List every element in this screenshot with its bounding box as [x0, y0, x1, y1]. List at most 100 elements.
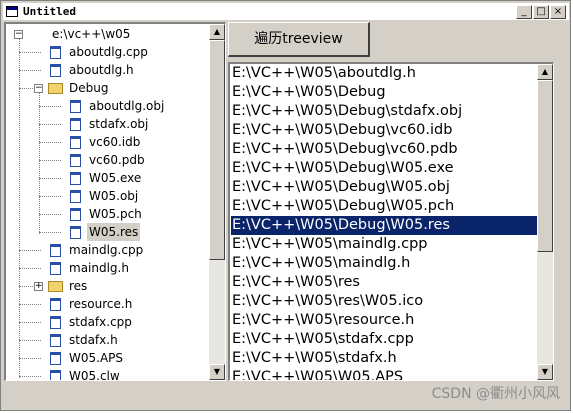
tree-file-item[interactable]: vc60.pdb	[10, 151, 206, 169]
tree-item-label: stdafx.obj	[89, 117, 149, 131]
tree-file-item[interactable]: maindlg.cpp	[10, 241, 206, 259]
traverse-treeview-button[interactable]: 遍历treeview	[228, 22, 370, 57]
tree-file-item[interactable]: W05.obj	[10, 187, 206, 205]
file-icon	[70, 118, 81, 131]
list-item[interactable]: E:\VC++\W05\stdafx.cpp	[231, 330, 537, 349]
tree-file-item[interactable]: stdafx.cpp	[10, 313, 206, 331]
file-icon	[50, 370, 61, 380]
file-icon	[70, 154, 81, 167]
tree-folder-item[interactable]: − Debug	[10, 79, 206, 97]
list-item[interactable]: E:\VC++\W05\aboutdlg.h	[231, 64, 537, 83]
tree-item-label: W05.exe	[89, 171, 142, 185]
tree-item-label: vc60.idb	[89, 135, 141, 149]
tree-file-item[interactable]: resource.h	[10, 295, 206, 313]
maximize-button[interactable]: □	[533, 5, 549, 19]
tree-scrollbar[interactable]: ▲ ▼	[209, 24, 225, 380]
collapse-toggle[interactable]: −	[14, 30, 23, 39]
folder-icon	[48, 281, 63, 292]
app-icon	[6, 6, 18, 17]
file-icon	[70, 208, 81, 221]
scroll-up-icon: ▲	[541, 67, 549, 76]
list-item[interactable]: E:\VC++\W05\maindlg.h	[231, 254, 537, 273]
file-icon	[50, 64, 61, 77]
collapse-toggle[interactable]: −	[34, 84, 43, 93]
file-icon	[70, 226, 81, 239]
scroll-down-icon: ▼	[213, 367, 221, 376]
file-icon	[70, 172, 81, 185]
list-item[interactable]: E:\VC++\W05\Debug	[231, 83, 537, 102]
title-bar[interactable]: Untitled _ □ ×	[3, 3, 569, 21]
list-item[interactable]: E:\VC++\W05\resource.h	[231, 311, 537, 330]
tree-file-item[interactable]: aboutdlg.h	[10, 61, 206, 79]
list-scroll-down-button[interactable]: ▼	[537, 364, 553, 380]
list-item[interactable]: E:\VC++\W05\Debug\W05.res	[231, 216, 537, 235]
tree-item-label: vc60.pdb	[89, 153, 145, 167]
tree-root[interactable]: − e:\vc++\w05	[10, 25, 200, 43]
list-item[interactable]: E:\VC++\W05\Debug\vc60.idb	[231, 121, 537, 140]
file-icon	[50, 334, 61, 347]
tree-file-item[interactable]: aboutdlg.obj	[10, 97, 206, 115]
tree-file-item[interactable]: W05.APS	[10, 349, 206, 367]
tree-item-label: W05.pch	[89, 207, 142, 221]
tree-file-item[interactable]: W05.exe	[10, 169, 206, 187]
list-item[interactable]: E:\VC++\W05\Debug\W05.exe	[231, 159, 537, 178]
tree-file-item[interactable]: stdafx.obj	[10, 115, 206, 133]
list-item[interactable]: E:\VC++\W05\stdafx.h	[231, 349, 537, 368]
tree-item-label: W05.APS	[69, 351, 124, 365]
file-icon	[50, 46, 61, 59]
tree-file-item[interactable]: W05.clw	[10, 367, 206, 381]
minimize-button[interactable]: _	[516, 5, 532, 19]
list-item[interactable]: E:\VC++\W05\res	[231, 273, 537, 292]
list-item[interactable]: E:\VC++\W05\Debug\W05.obj	[231, 178, 537, 197]
list-scrollbar[interactable]: ▲ ▼	[537, 64, 553, 380]
tree-item-label: stdafx.h	[69, 333, 118, 347]
file-icon	[50, 316, 61, 329]
tree-scroll-up-button[interactable]: ▲	[209, 24, 225, 40]
tree-file-item[interactable]: W05.res	[10, 223, 206, 241]
tree-file-item[interactable]: aboutdlg.cpp	[10, 43, 206, 61]
tree-file-item[interactable]: W05.pch	[10, 205, 206, 223]
list-item[interactable]: E:\VC++\W05\Debug\vc60.pdb	[231, 140, 537, 159]
tree-item-label: res	[69, 279, 88, 293]
file-icon	[50, 352, 61, 365]
tree-item-label: Debug	[69, 81, 109, 95]
tree-folder-item[interactable]: + res	[10, 277, 206, 295]
folder-icon	[48, 83, 63, 94]
tree-file-item[interactable]: maindlg.h	[10, 259, 206, 277]
tree-file-item[interactable]: vc60.idb	[10, 133, 206, 151]
path-listbox[interactable]: E:\VC++\W05\aboutdlg.h E:\VC++\W05\Debug E…	[228, 62, 554, 381]
tree-item-label: W05.clw	[69, 369, 120, 381]
list-item[interactable]: E:\VC++\W05\Debug\stdafx.obj	[231, 102, 537, 121]
tree-item-label: W05.obj	[89, 189, 139, 203]
tree-scroll-down-button[interactable]: ▼	[209, 364, 225, 380]
tree-file-item[interactable]: stdafx.h	[10, 331, 206, 349]
close-button[interactable]: ×	[550, 5, 566, 19]
tree-item-label: stdafx.cpp	[69, 315, 132, 329]
app-window: Untitled _ □ × − e:\vc++\w05 aboutdlg.cp…	[0, 0, 571, 411]
tree-item-label: maindlg.cpp	[69, 243, 144, 257]
scroll-down-icon: ▼	[541, 367, 549, 376]
tree-root-label: e:\vc++\w05	[52, 27, 131, 41]
tree-item-label: aboutdlg.obj	[89, 99, 165, 113]
list-scroll-thumb[interactable]	[537, 80, 553, 252]
list-item[interactable]: E:\VC++\W05\Debug\W05.pch	[231, 197, 537, 216]
tree-item-label: W05.res	[87, 223, 141, 241]
window-title: Untitled	[23, 5, 76, 18]
list-scroll-up-button[interactable]: ▲	[537, 64, 553, 80]
file-icon	[50, 298, 61, 311]
list-item[interactable]: E:\VC++\W05\maindlg.cpp	[231, 235, 537, 254]
tree-item-label: resource.h	[69, 297, 133, 311]
close-icon: ×	[553, 6, 563, 17]
tree-item-label: maindlg.h	[69, 261, 129, 275]
file-icon	[50, 262, 61, 275]
expand-toggle[interactable]: +	[34, 282, 43, 291]
maximize-icon: □	[536, 6, 546, 17]
minimize-icon: _	[521, 6, 527, 17]
list-item[interactable]: E:\VC++\W05\res\W05.ico	[231, 292, 537, 311]
list-item[interactable]: E:\VC++\W05\W05.APS	[231, 368, 537, 380]
tree-view[interactable]: − e:\vc++\w05 aboutdlg.cpp aboutdlg.h − Deb…	[4, 22, 226, 381]
file-icon	[50, 244, 61, 257]
tree-item-label: aboutdlg.cpp	[69, 45, 148, 59]
tree-scroll-thumb[interactable]	[209, 40, 225, 260]
file-icon	[70, 190, 81, 203]
